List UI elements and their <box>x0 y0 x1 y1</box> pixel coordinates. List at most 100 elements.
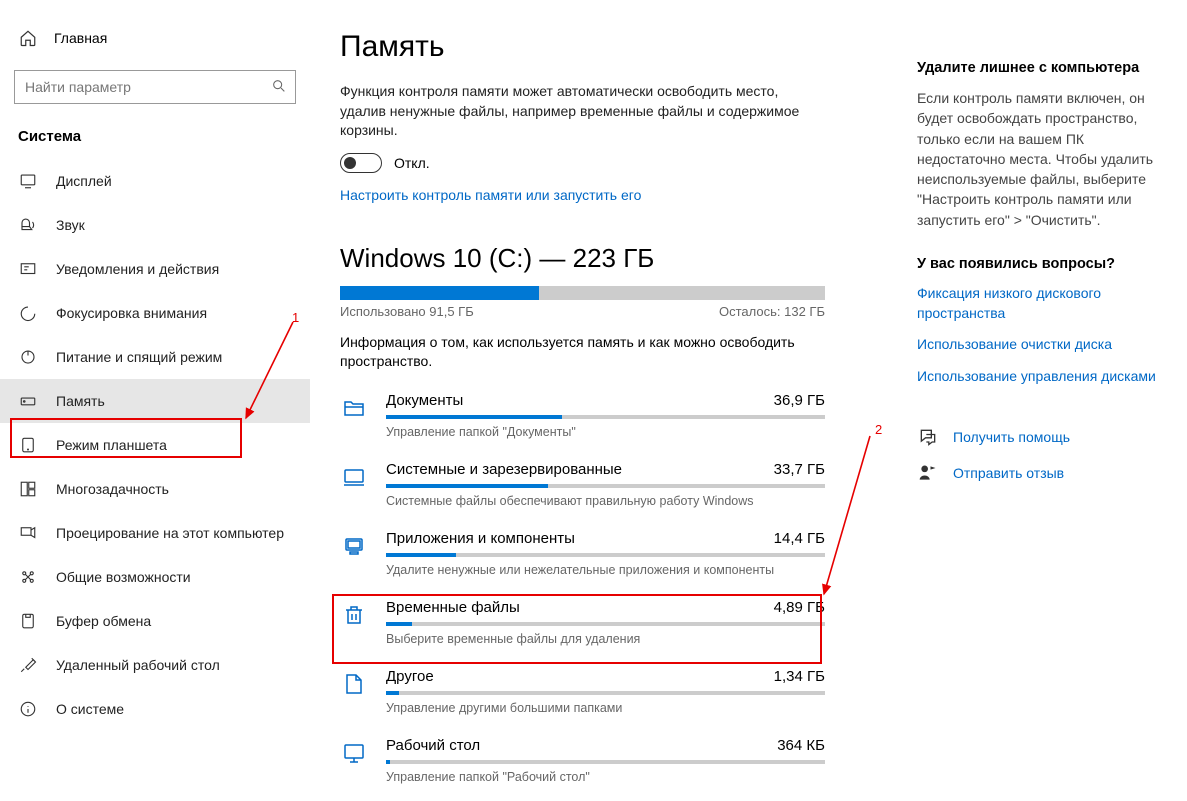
home-nav[interactable]: Главная <box>0 20 310 56</box>
category-bar <box>386 691 825 695</box>
category-desc: Управление другими большими папками <box>386 701 825 715</box>
page-title: Память <box>340 30 877 64</box>
search-icon <box>271 78 287 97</box>
desktop-icon <box>340 739 368 767</box>
category-name: Системные и зарезервированные <box>386 461 622 478</box>
shared-icon <box>18 567 38 587</box>
category-size: 364 КБ <box>777 737 825 754</box>
sidebar-item-label: Уведомления и действия <box>56 261 219 277</box>
category-bar <box>386 553 825 557</box>
sidebar-item-12[interactable]: О системе <box>0 687 310 731</box>
feedback-label: Отправить отзыв <box>953 465 1064 481</box>
search-input[interactable] <box>25 79 271 95</box>
chat-icon <box>917 426 939 448</box>
sidebar-item-9[interactable]: Общие возможности <box>0 555 310 599</box>
storage-category-5[interactable]: Рабочий стол 364 КБ Управление папкой "Ра… <box>340 737 825 784</box>
category-name: Приложения и компоненты <box>386 530 575 547</box>
storage-sense-toggle[interactable] <box>340 153 382 173</box>
search-box[interactable] <box>14 70 296 104</box>
sidebar-item-11[interactable]: Удаленный рабочий стол <box>0 643 310 687</box>
info-text: Информация о том, как используется памят… <box>340 333 800 372</box>
sidebar-item-label: Питание и спящий режим <box>56 349 222 365</box>
system-icon <box>340 463 368 491</box>
about-icon <box>18 699 38 719</box>
sidebar-item-1[interactable]: Звук <box>0 203 310 247</box>
sidebar-item-5[interactable]: Память <box>0 379 310 423</box>
home-icon <box>18 28 38 48</box>
tip-body: Если контроль памяти включен, он будет о… <box>917 88 1167 230</box>
sidebar-item-4[interactable]: Питание и спящий режим <box>0 335 310 379</box>
sidebar-item-label: Режим планшета <box>56 437 167 453</box>
storage-category-1[interactable]: Системные и зарезервированные33,7 ГБ Сис… <box>340 461 825 508</box>
focus-icon <box>18 303 38 323</box>
help-link-disk-mgmt[interactable]: Использование управления дисками <box>917 367 1167 387</box>
sidebar-item-label: Звук <box>56 217 85 233</box>
help-link-low-disk[interactable]: Фиксация низкого дискового пространства <box>917 284 1167 323</box>
configure-link[interactable]: Настроить контроль памяти или запустить … <box>340 187 877 203</box>
apps-icon <box>340 532 368 560</box>
storage-category-3[interactable]: Временные файлы 4,89 ГБ Выберите временны… <box>340 599 825 646</box>
tablet-icon <box>18 435 38 455</box>
storage-sense-desc: Функция контроля памяти может автоматиче… <box>340 82 800 141</box>
get-help-label: Получить помощь <box>953 429 1070 445</box>
category-bar <box>386 415 825 419</box>
storage-category-2[interactable]: Приложения и компоненты 14,4 ГБ Удалите н… <box>340 530 825 577</box>
category-name: Другое <box>386 668 434 685</box>
help-link-disk-cleanup[interactable]: Использование очистки диска <box>917 335 1167 355</box>
sidebar-item-label: Буфер обмена <box>56 613 151 629</box>
category-size: 1,34 ГБ <box>774 668 825 685</box>
sidebar-item-label: Общие возможности <box>56 569 191 585</box>
category-size: 4,89 ГБ <box>774 599 825 616</box>
used-label: Использовано 91,5 ГБ <box>340 304 474 319</box>
storage-category-0[interactable]: Документы36,9 ГБ Управление папкой "Доку… <box>340 392 825 439</box>
sidebar-item-7[interactable]: Многозадачность <box>0 467 310 511</box>
power-icon <box>18 347 38 367</box>
category-size: 36,9 ГБ <box>774 392 825 409</box>
category-size: 14,4 ГБ <box>774 530 825 547</box>
tip-heading: Удалите лишнее с компьютера <box>917 60 1167 76</box>
category-desc: Удалите ненужные или нежелательные прило… <box>386 563 825 577</box>
drive-usage-bar <box>340 286 825 300</box>
category-bar <box>386 760 825 764</box>
storage-category-4[interactable]: Другое 1,34 ГБ Управление другими большим… <box>340 668 825 715</box>
sidebar-item-8[interactable]: Проецирование на этот компьютер <box>0 511 310 555</box>
drive-title: Windows 10 (C:) — 223 ГБ <box>340 243 877 274</box>
toggle-label: Откл. <box>394 155 430 171</box>
storage-icon <box>18 391 38 411</box>
other-icon <box>340 670 368 698</box>
category-name: Временные файлы <box>386 599 520 616</box>
sidebar-item-0[interactable]: Дисплей <box>0 159 310 203</box>
category-desc: Выберите временные файлы для удаления <box>386 632 825 646</box>
questions-heading: У вас появились вопросы? <box>917 256 1167 272</box>
get-help-row[interactable]: Получить помощь <box>917 426 1167 448</box>
display-icon <box>18 171 38 191</box>
sidebar-item-label: Дисплей <box>56 173 112 189</box>
sidebar-item-3[interactable]: Фокусировка внимания <box>0 291 310 335</box>
sidebar-item-label: Фокусировка внимания <box>56 305 207 321</box>
sidebar-item-label: Удаленный рабочий стол <box>56 657 220 673</box>
sidebar-item-label: О системе <box>56 701 124 717</box>
clipboard-icon <box>18 611 38 631</box>
category-bar <box>386 622 825 626</box>
trash-icon <box>340 601 368 629</box>
feedback-row[interactable]: Отправить отзыв <box>917 462 1167 484</box>
projecting-icon <box>18 523 38 543</box>
drive-usage-labels: Использовано 91,5 ГБ Осталось: 132 ГБ <box>340 304 825 319</box>
category-name: Документы <box>386 392 463 409</box>
sidebar-item-10[interactable]: Буфер обмена <box>0 599 310 643</box>
category-name: Рабочий стол <box>386 737 480 754</box>
sidebar-item-label: Проецирование на этот компьютер <box>56 525 284 541</box>
category-desc: Управление папкой "Рабочий стол" <box>386 770 825 784</box>
documents-icon <box>340 394 368 422</box>
sidebar-item-2[interactable]: Уведомления и действия <box>0 247 310 291</box>
free-label: Осталось: 132 ГБ <box>719 304 825 319</box>
sidebar-item-6[interactable]: Режим планшета <box>0 423 310 467</box>
category-bar <box>386 484 825 488</box>
main-content: Память Функция контроля памяти может авт… <box>310 0 907 801</box>
category-desc: Системные файлы обеспечивают правильную … <box>386 494 825 508</box>
section-label: Система <box>0 122 310 159</box>
sidebar-item-label: Память <box>56 393 105 409</box>
remote-icon <box>18 655 38 675</box>
home-label: Главная <box>54 30 107 46</box>
sidebar: Главная Система Дисплей Звук Уведомления и… <box>0 0 310 801</box>
